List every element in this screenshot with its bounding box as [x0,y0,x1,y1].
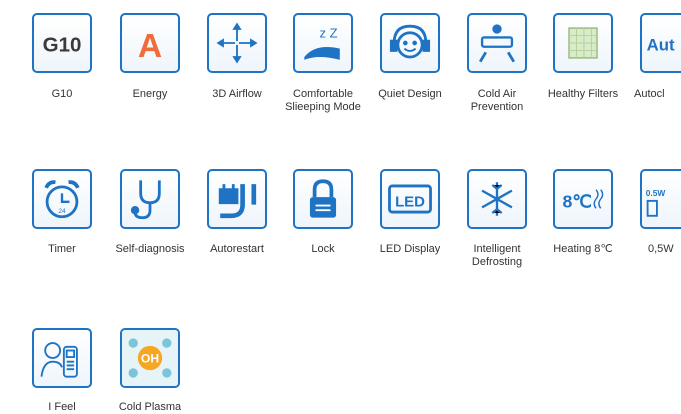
energy-letter: A [138,28,162,65]
led-text: LED [395,193,425,210]
feature-label: Healthy Filters [547,88,619,100]
feature-label: 3D Airflow [212,88,262,100]
sleep-zzz-icon: z Z [293,13,353,73]
feature-label: Cold Air Prevention [470,88,524,113]
snowflake-icon [467,169,527,229]
auto-clean-icon: Aut [640,13,681,73]
remote-person-icon [32,328,92,388]
heating-text: 8℃ [562,191,592,211]
cold-plasma-icon: OH [120,328,180,388]
feature-label: I Feel [48,401,76,413]
standby-power-icon: 0.5W [640,169,681,229]
feature-label: LED Display [379,243,441,255]
heating-8c-icon: 8℃ [553,169,613,229]
feature-label: Lock [311,243,335,255]
feature-label: Comfortable Slieeping Mode [285,88,361,113]
g10-text: G10 [43,33,82,56]
feature-label: Cold Plasma [118,401,182,413]
feature-label: Self-diagnosis [115,243,185,255]
standby-text: 0.5W [646,188,666,198]
feature-label: Heating 8℃ [553,243,613,255]
plasma-text: OH [141,352,159,366]
feature-label: Timer [48,243,76,255]
plug-restart-icon [207,169,267,229]
ac-unit-sun-icon [467,13,527,73]
feature-label: Intelligent Defrosting [471,243,523,268]
feature-label: Energy [132,88,168,100]
padlock-icon [293,169,353,229]
headphones-face-icon [380,13,440,73]
auto-text: Aut [647,35,675,54]
stethoscope-icon [120,169,180,229]
alarm-clock-icon: 24 [32,169,92,229]
feature-label: 0,5W [648,243,674,255]
feature-label: Autorestart [210,243,264,255]
led-display-icon: LED [380,169,440,229]
timer-text: 24 [58,208,66,215]
energy-class-a-icon: A [120,13,180,73]
airflow-arrows-icon [207,13,267,73]
feature-label: Quiet Design [378,88,442,100]
filter-screen-icon [553,13,613,73]
feature-label: Autocl [634,88,665,100]
g10-badge-icon: G10 [32,13,92,73]
feature-label: G10 [51,88,73,100]
zzz-text: z Z [320,25,338,40]
